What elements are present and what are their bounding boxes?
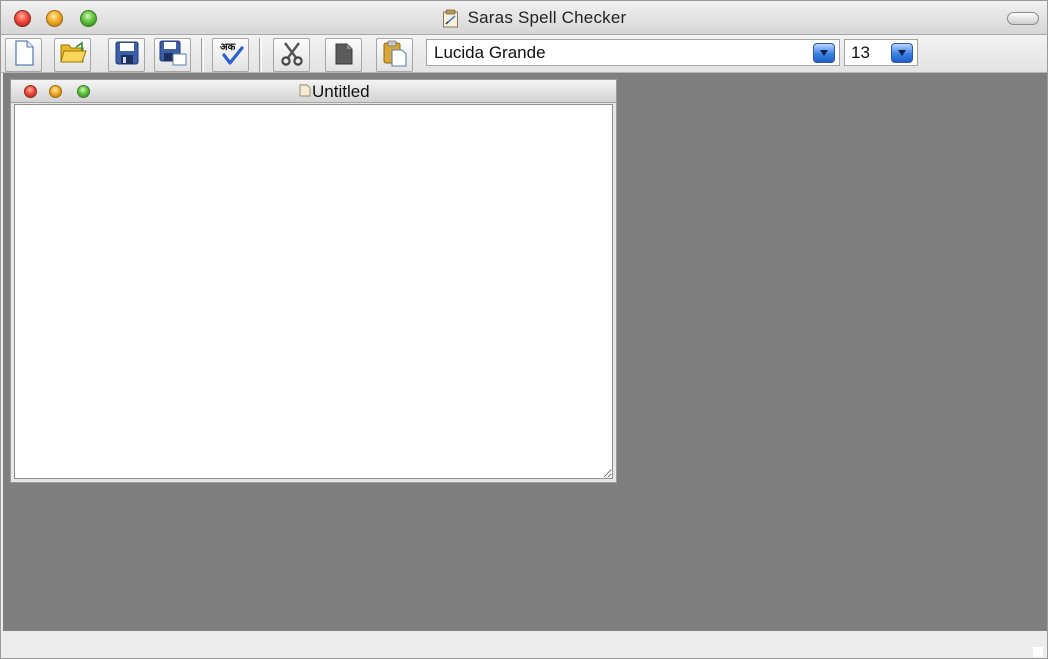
chevron-down-icon bbox=[820, 50, 828, 56]
save-icon bbox=[114, 40, 140, 71]
title-bar[interactable]: Saras Spell Checker bbox=[1, 1, 1047, 35]
main-window: Saras Spell Checker अक Lucida Grande 13 … bbox=[0, 0, 1048, 659]
document-text-area[interactable] bbox=[14, 104, 613, 479]
font-family-select[interactable]: Lucida Grande bbox=[426, 39, 840, 66]
copy-button[interactable] bbox=[325, 38, 362, 72]
spell-check-icon: अक bbox=[216, 39, 246, 72]
document-title-bar[interactable]: Untitled bbox=[11, 80, 616, 103]
document-title: Untitled bbox=[312, 82, 370, 101]
toolbar-toggle-button[interactable] bbox=[1007, 12, 1039, 25]
window-title: Saras Spell Checker bbox=[467, 8, 627, 27]
font-size-dropdown-button[interactable] bbox=[891, 43, 913, 63]
open-button[interactable] bbox=[54, 38, 91, 72]
status-bar bbox=[3, 631, 1047, 658]
document-window: Untitled bbox=[10, 79, 617, 483]
copy-icon bbox=[333, 40, 355, 71]
save-button[interactable] bbox=[108, 38, 145, 72]
new-document-icon bbox=[13, 39, 35, 71]
toolbar-separator bbox=[201, 38, 204, 72]
document-close-button[interactable] bbox=[24, 85, 37, 98]
font-family-value: Lucida Grande bbox=[434, 43, 546, 62]
paste-icon bbox=[382, 39, 408, 72]
document-proxy-icon bbox=[299, 84, 311, 97]
chevron-down-icon bbox=[898, 50, 906, 56]
window-title-group: Saras Spell Checker bbox=[1, 7, 1047, 29]
new-document-button[interactable] bbox=[5, 38, 42, 72]
document-title-group: Untitled bbox=[299, 82, 370, 102]
paste-button[interactable] bbox=[376, 38, 413, 72]
open-folder-icon bbox=[59, 41, 87, 70]
save-as-icon bbox=[159, 40, 187, 71]
cut-button[interactable] bbox=[273, 38, 310, 72]
spell-check-glyph-text: अक bbox=[220, 42, 237, 53]
toolbar-separator bbox=[259, 38, 262, 72]
scissors-icon bbox=[279, 40, 305, 71]
document-minimize-button[interactable] bbox=[49, 85, 62, 98]
document-zoom-button[interactable] bbox=[77, 85, 90, 98]
font-size-value: 13 bbox=[851, 43, 870, 62]
spell-check-button[interactable]: अक bbox=[212, 38, 249, 72]
app-document-icon bbox=[442, 9, 460, 28]
save-as-button[interactable] bbox=[154, 38, 191, 72]
font-size-select[interactable]: 13 bbox=[844, 39, 918, 66]
font-family-dropdown-button[interactable] bbox=[813, 43, 835, 63]
resize-grip[interactable] bbox=[1033, 647, 1043, 657]
